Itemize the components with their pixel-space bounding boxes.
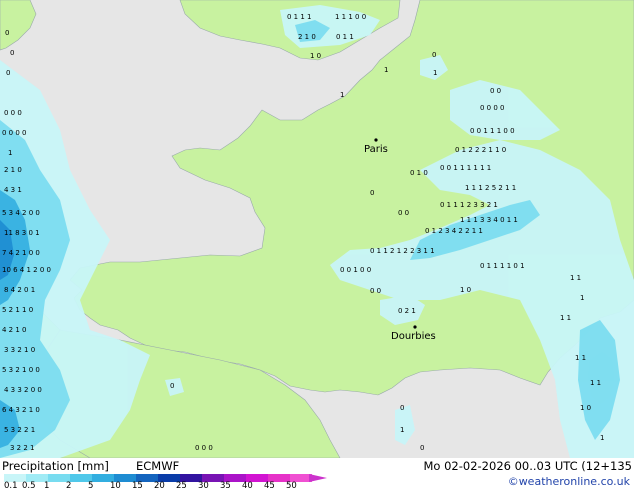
svg-text:0 1 1: 0 1 1 <box>336 33 354 41</box>
svg-text:3 2 2 1: 3 2 2 1 <box>10 444 35 452</box>
svg-text:10 6 4 1 2 0 0: 10 6 4 1 2 0 0 <box>2 266 51 274</box>
svg-text:0 0 0: 0 0 0 <box>195 444 213 452</box>
svg-text:0 1 2 2 2 1 1 0: 0 1 2 2 2 1 1 0 <box>455 146 506 154</box>
svg-text:2 1 0: 2 1 0 <box>4 166 22 174</box>
svg-text:0: 0 <box>432 51 436 59</box>
svg-text:0 1 0: 0 1 0 <box>410 169 428 177</box>
svg-text:1 1: 1 1 <box>570 274 581 282</box>
svg-text:6 4 3 2 1 0: 6 4 3 2 1 0 <box>2 406 40 414</box>
svg-text:0: 0 <box>400 404 404 412</box>
city-marker <box>413 325 417 329</box>
svg-text:1 0: 1 0 <box>460 286 471 294</box>
svg-text:1 1: 1 1 <box>590 379 601 387</box>
svg-text:0: 0 <box>420 444 424 452</box>
svg-text:1: 1 <box>580 294 584 302</box>
svg-text:3 3 2 1 0: 3 3 2 1 0 <box>4 346 35 354</box>
svg-text:1: 1 <box>8 149 12 157</box>
color-scale-arrow <box>309 474 327 482</box>
svg-text:1 0: 1 0 <box>580 404 591 412</box>
color-scale-labels: 0.1 0.5 1 2 5 10 15 20 25 30 35 40 45 50 <box>0 481 330 492</box>
svg-text:0: 0 <box>170 382 174 390</box>
svg-text:0 0 0 0: 0 0 0 0 <box>2 129 27 137</box>
svg-text:0 0: 0 0 <box>398 209 409 217</box>
svg-text:0 0: 0 0 <box>370 287 381 295</box>
svg-text:5 3 2 1 0 0: 5 3 2 1 0 0 <box>2 366 40 374</box>
svg-text:1: 1 <box>384 66 388 74</box>
svg-text:0 1 2 3 4 2 2 1 1: 0 1 2 3 4 2 2 1 1 <box>425 227 483 235</box>
svg-text:1 0: 1 0 <box>310 52 321 60</box>
svg-text:4 2 1 0: 4 2 1 0 <box>2 326 27 334</box>
city-label-dourbies: Dourbies <box>391 331 436 342</box>
svg-text:0 0 1 1 1 0 0: 0 0 1 1 1 0 0 <box>470 127 515 135</box>
legend-title: Precipitation [mm] <box>2 459 109 473</box>
map-canvas: 0 1 1 1 1 1 1 0 0 2 1 0 0 1 1 1 0 0 1 1 … <box>0 0 634 459</box>
svg-text:0: 0 <box>370 189 374 197</box>
svg-text:0 1 1 1: 0 1 1 1 <box>287 13 312 21</box>
svg-text:0: 0 <box>10 49 14 57</box>
svg-text:1: 1 <box>340 91 344 99</box>
city-marker <box>374 138 378 142</box>
svg-text:11 8 3 0 1: 11 8 3 0 1 <box>4 229 40 237</box>
svg-text:4 3 3 2 0 0: 4 3 3 2 0 0 <box>4 386 42 394</box>
svg-text:2 1 0: 2 1 0 <box>298 33 316 41</box>
svg-text:5 2 1 1 0: 5 2 1 1 0 <box>2 306 33 314</box>
forecast-datetime: Mo 02-02-2026 00..03 UTC (12+135 <box>423 459 633 473</box>
svg-text:5 3 4 2 0 0: 5 3 4 2 0 0 <box>2 209 40 217</box>
svg-text:1: 1 <box>433 69 437 77</box>
svg-text:0 2 1: 0 2 1 <box>398 307 416 315</box>
precipitation-map: 0 1 1 1 1 1 1 0 0 2 1 0 0 1 1 1 0 0 1 1 … <box>0 0 634 459</box>
svg-text:1 1 1 0 0: 1 1 1 0 0 <box>335 13 366 21</box>
svg-text:4 3 1: 4 3 1 <box>4 186 22 194</box>
svg-text:1 1: 1 1 <box>560 314 571 322</box>
svg-text:1 1 1 3 3 4 0 1 1: 1 1 1 3 3 4 0 1 1 <box>460 216 518 224</box>
svg-text:1 1 1 2 5 2 1 1: 1 1 1 2 5 2 1 1 <box>465 184 516 192</box>
legend-source: ECMWF <box>136 459 180 473</box>
svg-text:0 0 1 0 0: 0 0 1 0 0 <box>340 266 371 274</box>
city-label-paris: Paris <box>364 144 388 155</box>
svg-text:1 1: 1 1 <box>575 354 586 362</box>
svg-text:1: 1 <box>400 426 404 434</box>
svg-text:0 1 1 1 2 3 3 2 1: 0 1 1 1 2 3 3 2 1 <box>440 201 498 209</box>
footer-bar: Precipitation [mm] ECMWF Mo 02-02-2026 0… <box>0 458 634 492</box>
svg-text:0: 0 <box>5 29 9 37</box>
svg-text:7 4 2 1 0 0: 7 4 2 1 0 0 <box>2 249 40 257</box>
credit-link[interactable]: ©weatheronline.co.uk <box>508 475 630 488</box>
svg-text:0 0 0: 0 0 0 <box>4 109 22 117</box>
svg-text:0 0: 0 0 <box>490 87 501 95</box>
svg-text:0 1 1 1 1 0 1: 0 1 1 1 1 0 1 <box>480 262 525 270</box>
svg-text:0: 0 <box>6 69 10 77</box>
svg-text:0 0 0 0: 0 0 0 0 <box>480 104 505 112</box>
svg-text:5 3 2 2 1: 5 3 2 2 1 <box>4 426 35 434</box>
svg-text:8 4 2 0 1: 8 4 2 0 1 <box>4 286 35 294</box>
svg-text:0 0 1 1 1 1 1 1: 0 0 1 1 1 1 1 1 <box>440 164 491 172</box>
svg-text:0 1 1 2 1 2 2 3 1 1: 0 1 1 2 1 2 2 3 1 1 <box>370 247 435 255</box>
svg-text:1: 1 <box>600 434 604 442</box>
